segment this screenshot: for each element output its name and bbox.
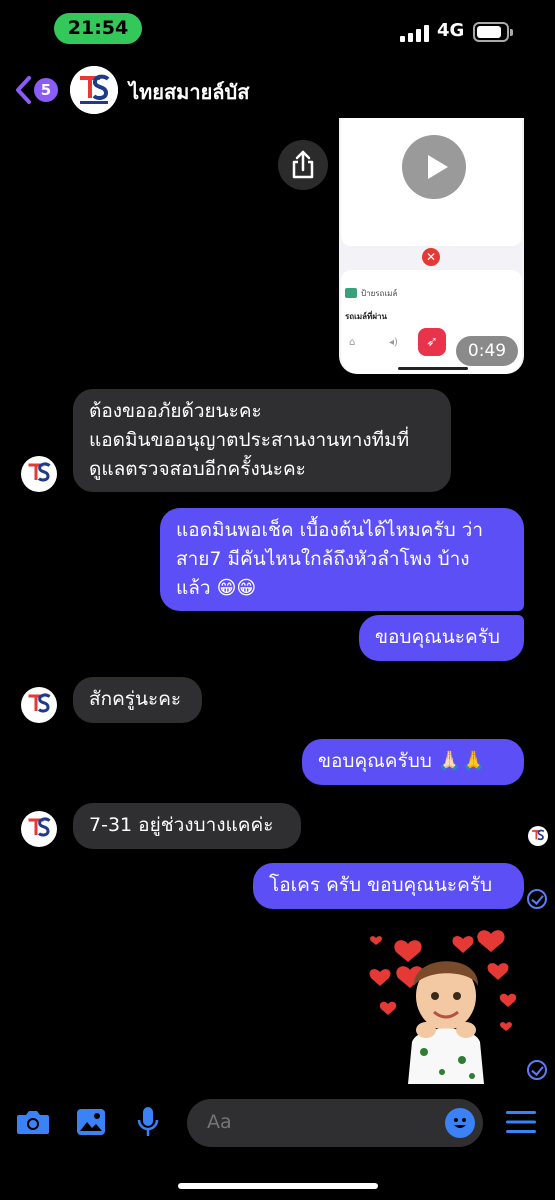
compass-icon: ➶ [418, 328, 446, 356]
avatar[interactable] [70, 66, 118, 114]
unread-badge[interactable]: 5 [34, 78, 58, 102]
network-type: 4G [437, 20, 465, 41]
video-app-screen: ป้ายรถเมล์ รถเมล์ที่ผ่าน ⌂ ◂) ➶ 0:49 [341, 270, 522, 374]
avatar[interactable] [21, 687, 57, 723]
video-preview [341, 118, 522, 246]
heart-sticker[interactable] [368, 924, 518, 1084]
status-bar: 21:54 4G [0, 0, 555, 56]
message-input[interactable] [207, 1111, 427, 1133]
avatar[interactable] [21, 811, 57, 847]
message-bubble[interactable]: สักครู่นะคะ [73, 677, 202, 723]
video-duration: 0:49 [456, 336, 518, 366]
home-indicator [178, 1183, 378, 1189]
battery-icon [473, 22, 513, 42]
share-icon [292, 150, 314, 179]
close-icon: ✕ [422, 248, 440, 266]
home-icon: ⌂ [349, 337, 356, 348]
bus-app-icon [345, 288, 357, 298]
share-button[interactable] [278, 140, 328, 190]
message-bubble[interactable]: โอเคร ครับ ขอบคุณนะครับ [253, 863, 524, 909]
emoji-button[interactable] [445, 1108, 475, 1138]
message-input-pill[interactable] [187, 1099, 483, 1147]
signal-icon [400, 24, 430, 42]
app-name: ป้ายรถเมล์ [361, 289, 398, 298]
chat-header: 5 ไทยสมายล์บัส [0, 62, 555, 118]
message-bubble[interactable]: แอดมินพอเช็ค เบื้องต้นได้ไหมครับ ว่า สาย… [160, 508, 524, 611]
play-button[interactable] [402, 135, 466, 199]
read-receipt-avatar [528, 826, 548, 846]
seen-check-icon [527, 1060, 547, 1080]
app-subtitle: รถเมล์ที่ผ่าน [345, 312, 387, 321]
image-icon[interactable] [76, 1108, 106, 1136]
back-chevron-icon[interactable] [14, 75, 34, 105]
message-bubble[interactable]: ขอบคุณนะครับ [359, 615, 524, 661]
microphone-icon[interactable] [136, 1106, 160, 1138]
menu-icon[interactable] [506, 1110, 536, 1134]
status-time: 21:54 [54, 13, 142, 44]
composer-bar [0, 1096, 555, 1150]
play-icon [428, 155, 448, 179]
message-bubble[interactable]: 7-31 อยู่ช่วงบางแคค่ะ [73, 803, 301, 849]
page-title: ไทยสมายล์บัส [129, 80, 250, 104]
shared-video[interactable]: ✕ ป้ายรถเมล์ รถเมล์ที่ผ่าน ⌂ ◂) ➶ 0:49 [339, 118, 524, 374]
camera-icon[interactable] [16, 1108, 50, 1136]
message-bubble[interactable]: ต้องขออภัยด้วยนะคะ แอดมินขออนุญาตประสานง… [73, 389, 451, 492]
speaker-icon: ◂) [389, 337, 398, 348]
avatar[interactable] [21, 456, 57, 492]
seen-check-icon [527, 889, 547, 909]
home-indicator-mini [398, 367, 468, 370]
message-bubble[interactable]: ขอบคุณครับบ 🙏🏻🙏 [302, 739, 524, 785]
emoji-icon [454, 1118, 466, 1128]
